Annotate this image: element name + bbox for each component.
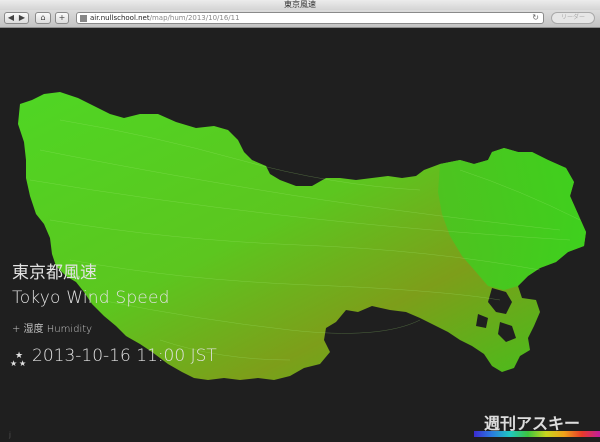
url-path: /map/hum/2013/10/16/11 xyxy=(149,14,240,22)
home-button[interactable]: ⌂ xyxy=(35,12,51,24)
corner-mark: j xyxy=(9,431,11,439)
title-japanese: 東京都風速 xyxy=(12,263,97,283)
url-text: air.nullschool.net/map/hum/2013/10/16/11 xyxy=(90,13,240,23)
title-english: Tokyo Wind Speed xyxy=(12,288,170,308)
add-bookmark-button[interactable]: + xyxy=(55,12,69,24)
map-area[interactable]: 東京都風速 Tokyo Wind Speed + 湿度 Humidity ★ ★… xyxy=(0,28,600,442)
reader-button[interactable]: リーダー xyxy=(551,12,595,24)
url-host: air.nullschool.net xyxy=(90,14,150,22)
humidity-overlay-toggle[interactable]: + 湿度 Humidity xyxy=(12,320,92,335)
back-forward-buttons: ◀ ▶ xyxy=(4,12,29,24)
datetime-label: 2013-10-16 11:00 JST xyxy=(32,346,217,366)
color-scale-bar xyxy=(474,431,600,437)
favicon-icon xyxy=(80,15,87,22)
refresh-icon[interactable]: ↻ xyxy=(532,13,539,23)
back-button[interactable]: ◀ xyxy=(6,13,17,23)
forward-button[interactable]: ▶ xyxy=(17,13,28,23)
window-title: 東京風速 xyxy=(284,0,316,9)
stars-icon[interactable]: ★ ★ ★ xyxy=(10,349,32,367)
tokyo-map[interactable] xyxy=(0,28,600,442)
svg-text:★: ★ xyxy=(19,359,26,367)
browser-toolbar: ◀ ▶ ⌂ + air.nullschool.net/map/hum/2013/1… xyxy=(0,10,600,28)
svg-text:★: ★ xyxy=(10,359,17,367)
address-bar[interactable]: air.nullschool.net/map/hum/2013/10/16/11… xyxy=(76,12,544,24)
